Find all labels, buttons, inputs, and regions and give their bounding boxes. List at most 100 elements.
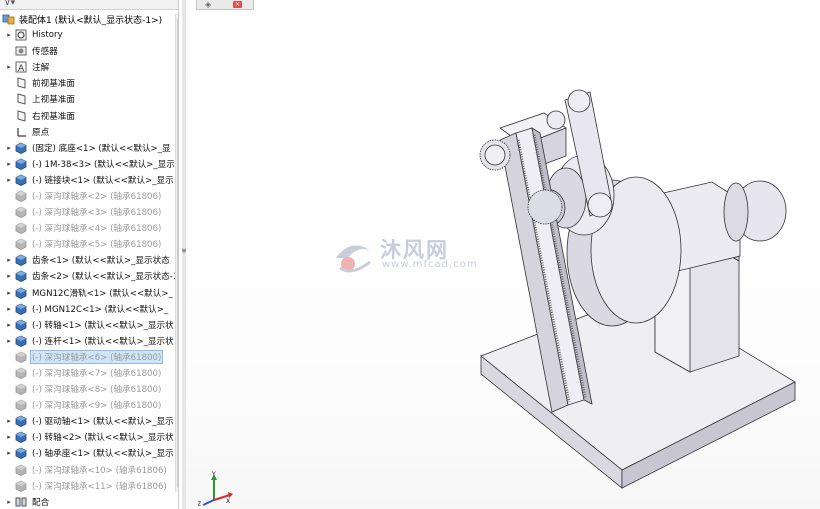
tree-item[interactable]: ▸ History — [0, 27, 176, 43]
filter-icon[interactable]: ⊽▾ — [4, 0, 15, 8]
tree-item[interactable]: (-) 深沟球轴承<7> (轴承61800) — [0, 365, 176, 381]
tree-item-label: (-) 深沟球轴承<3> (轴承61806) — [32, 208, 162, 219]
tree-item-label: (-) 深沟球轴承<7> (轴承61800) — [32, 369, 162, 380]
tree-item-label: (-) 深沟球轴承<6> (轴承61800) — [29, 349, 164, 364]
triad-z-label: Z — [198, 501, 201, 508]
tree-item-label: (-) 转轴<1> (默认<<默认>_显示状 — [32, 320, 174, 331]
view-toolbar-tab[interactable]: ◈ × — [196, 0, 254, 10]
tree-item[interactable]: (-) 深沟球轴承<5> (轴承61806) — [0, 236, 176, 252]
tree-item[interactable]: ▸ (固定) 底座<1> (默认<<默认>_显 — [0, 140, 176, 156]
part-icon — [14, 157, 28, 170]
part-icon — [14, 206, 28, 219]
tree-item-label: (-) 深沟球轴承<8> (轴承61800) — [32, 385, 162, 396]
part-icon — [14, 431, 28, 444]
tree-item[interactable]: 原点 — [0, 124, 176, 140]
tree-item-label: 传感器 — [32, 47, 58, 58]
tree-item[interactable]: ▸ (-) 驱动轴<1> (默认<<默认>_显示 — [0, 413, 176, 429]
tree-scrollbar-thumb[interactable] — [177, 18, 178, 488]
tree-item[interactable]: ▸ (-) 链接块<1> (默认<<默认>_显示 — [0, 172, 176, 188]
part-icon — [14, 189, 28, 202]
tree-item-label: (-) 连杆<1> (默认<<默认>_显示状 — [32, 336, 174, 347]
triad-x-label: X — [226, 498, 230, 505]
expand-arrow-icon[interactable]: ▸ — [4, 256, 14, 264]
expand-arrow-icon[interactable]: ▸ — [4, 433, 14, 441]
expand-arrow-icon[interactable]: ▸ — [4, 63, 14, 71]
tree-item[interactable]: (-) 深沟球轴承<9> (轴承61800) — [0, 397, 176, 413]
part-icon — [14, 350, 28, 363]
tree-item[interactable]: ▸ (-) 轴承座<1> (默认<<默认>_显示 — [0, 445, 176, 461]
part-icon — [14, 238, 28, 251]
tree-item[interactable]: (-) 深沟球轴承<8> (轴承61800) — [0, 381, 176, 397]
part-icon — [14, 270, 28, 283]
part-icon — [14, 318, 28, 331]
view-icon[interactable]: ◈ — [205, 0, 211, 9]
tree-item[interactable]: ▸ (-) MGN12C<1> (默认<<默认>_ — [0, 301, 176, 317]
tree-item[interactable]: (-) 深沟球轴承<2> (轴承61806) — [0, 188, 176, 204]
tree-item[interactable]: (-) 深沟球轴承<4> (轴承61806) — [0, 220, 176, 236]
tree-item[interactable]: ▸ MGN12C滑轨<1> (默认<<默认>_ — [0, 285, 176, 301]
expand-arrow-icon[interactable]: ▸ — [4, 289, 14, 297]
tree-item[interactable]: ▸ 齿条<1> (默认<<默认>_显示状态 — [0, 252, 176, 268]
tree-item[interactable]: ▸ (-) 1M-38<3> (默认<<默认>_显示 — [0, 156, 176, 172]
graphics-viewport[interactable]: 沐风网 www.mfcad.com — [186, 0, 820, 509]
tree-item-label: (-) 1M-38<3> (默认<<默认>_显示 — [32, 159, 175, 170]
watermark: 沐风网 www.mfcad.com — [330, 236, 500, 276]
tree-item[interactable]: (-) 深沟球轴承<11> (轴承61806) — [0, 478, 176, 494]
expand-arrow-icon[interactable]: ▸ — [4, 160, 14, 168]
tree-item[interactable]: 前视基准面 — [0, 75, 176, 91]
expand-arrow-icon[interactable]: ▸ — [4, 417, 14, 425]
expand-arrow-icon[interactable]: ▸ — [4, 337, 14, 345]
tree-item-label: 齿条<1> (默认<<默认>_显示状态 — [32, 256, 170, 267]
tree-item[interactable]: ▸ 配合 — [0, 494, 176, 509]
expand-arrow-icon[interactable]: ▸ — [4, 449, 14, 457]
tree-item[interactable]: 上视基准面 — [0, 91, 176, 107]
reference-triad: Y Z X — [198, 471, 233, 508]
plane-icon — [14, 77, 28, 90]
tree-item[interactable]: ▸ A 注解 — [0, 59, 176, 75]
assembly-root[interactable]: 装配体1 (默认<默认_显示状态-1>) — [2, 11, 162, 27]
tree-item[interactable]: 传感器 — [0, 43, 176, 59]
expand-arrow-icon[interactable]: ▸ — [4, 321, 14, 329]
assembly-root-label: 装配体1 (默认<默认_显示状态-1>) — [19, 15, 163, 26]
expand-arrow-icon[interactable]: ▸ — [4, 176, 14, 184]
watermark-logo-icon — [336, 245, 371, 273]
tree-item[interactable]: ▸ (-) 连杆<1> (默认<<默认>_显示状 — [0, 333, 176, 349]
part-icon — [14, 479, 28, 492]
feature-manager-tree: ⊽▾ 装配体1 (默认<默认_显示状态-1>) ▸ History 传感器 ▸ A 注解前… — [0, 0, 179, 509]
expand-arrow-icon[interactable]: ▸ — [4, 31, 14, 39]
part-icon — [14, 447, 28, 460]
tree-item-label: 前视基准面 — [32, 79, 75, 90]
part-icon — [14, 302, 28, 315]
tree-item-label: (固定) 底座<1> (默认<<默认>_显 — [32, 143, 171, 154]
part-icon — [14, 222, 28, 235]
tree-item[interactable]: ▸ 齿条<2> (默认<<默认>_显示状态-1 — [0, 268, 176, 284]
part-icon — [14, 415, 28, 428]
expand-arrow-icon[interactable]: ▸ — [4, 144, 14, 152]
watermark-url: www.mfcad.com — [382, 259, 478, 270]
expand-arrow-icon[interactable]: ▸ — [4, 498, 14, 506]
tree-item[interactable]: (-) 深沟球轴承<10> (轴承61806) — [0, 462, 176, 478]
close-icon[interactable]: × — [233, 1, 242, 8]
tree-item-label: 右视基准面 — [32, 111, 75, 122]
tree-item[interactable]: ▸ (-) 转轴<1> (默认<<默认>_显示状 — [0, 317, 176, 333]
part-icon — [14, 254, 28, 267]
tree-scrollbar[interactable] — [175, 14, 178, 492]
triad-y-label: Y — [211, 471, 216, 478]
tree-item-label: (-) 深沟球轴承<11> (轴承61806) — [32, 481, 167, 492]
mates-icon — [14, 495, 28, 508]
tree-item[interactable]: 右视基准面 — [0, 107, 176, 123]
tree-item[interactable]: (-) 深沟球轴承<6> (轴承61800) — [0, 349, 176, 365]
part-icon — [14, 141, 28, 154]
origin-icon — [14, 125, 28, 138]
plane-icon — [14, 109, 28, 122]
tree-item-label: 上视基准面 — [32, 95, 75, 106]
tree-item-label: (-) 驱动轴<1> (默认<<默认>_显示 — [32, 417, 174, 428]
tree-item[interactable]: ▸ (-) 转轴<2> (默认<<默认>_显示状 — [0, 429, 176, 445]
expand-arrow-icon[interactable]: ▸ — [4, 305, 14, 313]
tree-item-label: (-) 链接块<1> (默认<<默认>_显示 — [32, 175, 174, 186]
tree-item[interactable]: (-) 深沟球轴承<3> (轴承61806) — [0, 204, 176, 220]
tree-item-label: History — [32, 30, 63, 41]
expand-arrow-icon[interactable]: ▸ — [4, 272, 14, 280]
assembly-model — [479, 89, 796, 489]
part-icon — [14, 334, 28, 347]
